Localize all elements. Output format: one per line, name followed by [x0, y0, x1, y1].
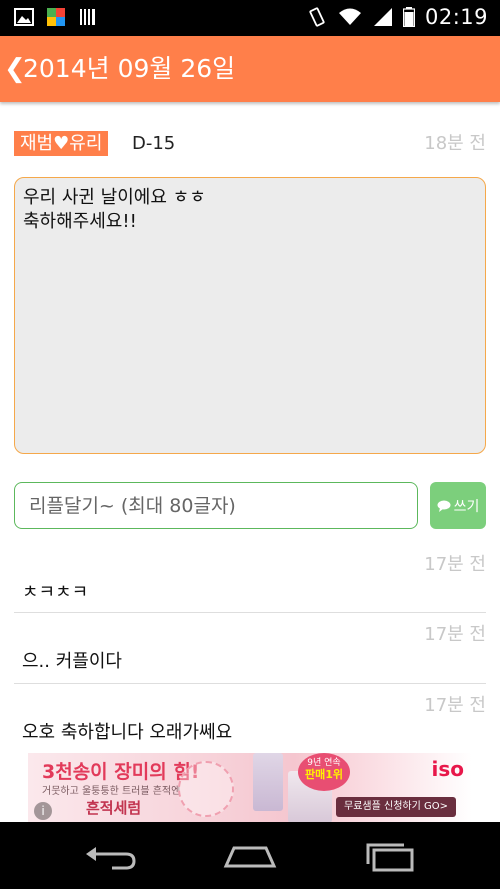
navigation-bar [0, 822, 500, 889]
barcode-icon [80, 9, 95, 25]
page-title: 2014년 09월 26일 [23, 54, 236, 83]
ad-badge-main: 판매1위 [304, 768, 343, 781]
reply-timestamp: 17분 전 [424, 554, 486, 575]
write-button-label: 쓰기 [453, 498, 480, 515]
post-timestamp: 18분 전 [424, 133, 486, 154]
dday-label: D-15 [132, 133, 176, 154]
reply-input[interactable] [14, 482, 418, 529]
couple-name-badge: 재범♥유리 [14, 131, 109, 156]
speech-bubble-icon [437, 500, 451, 512]
picture-icon [14, 8, 34, 26]
reply-divider [14, 612, 486, 613]
write-reply-button[interactable]: 쓰기 [430, 482, 486, 529]
battery-icon [402, 7, 415, 27]
ad-banner[interactable]: 3천송이 장미의 힘! 거뭇하고 울퉁퉁한 트러블 흔적엔 흔적세럼 9년 연속… [28, 753, 472, 823]
ad-product-name: 흔적세럼 [86, 799, 142, 817]
reply-text: 오호 축하합니다 오래가쎄요 [22, 722, 233, 743]
ad-info-icon[interactable]: i [34, 802, 52, 820]
ad-seal-graphic [178, 761, 234, 817]
reply-item: 17분 전 ㅊㅋㅊㅋ [14, 553, 486, 613]
ad-product-bottle [253, 753, 283, 811]
ad-cta-button[interactable]: 무료샘플 신청하기 GO> [336, 797, 456, 817]
reply-item: 17분 전 오호 축하합니다 오래가쎄요 [14, 694, 486, 752]
reply-divider [14, 683, 486, 684]
app-bar: ❮ 2014년 09월 26일 [0, 36, 500, 102]
ad-brand-logo: iso [431, 757, 465, 781]
reply-item: 17분 전 으.. 커플이다 [14, 623, 486, 683]
ad-badge-top: 9년 연속 [307, 758, 341, 768]
app-icon [47, 8, 65, 26]
reply-timestamp: 17분 전 [424, 624, 486, 645]
status-bar: 02:19 [0, 0, 500, 36]
post-content-box: 우리 사귄 날이에요 ㅎㅎ 축하해주세요!! [14, 177, 486, 454]
recent-apps-icon[interactable] [360, 842, 420, 872]
wifi-icon [338, 8, 361, 25]
reply-timestamp: 17분 전 [424, 695, 486, 716]
status-clock: 02:19 [424, 5, 488, 29]
vibrate-icon [309, 7, 325, 27]
ad-headline: 3천송이 장미의 힘! [42, 761, 200, 783]
reply-text: 으.. 커플이다 [22, 651, 122, 672]
back-icon[interactable] [82, 842, 142, 872]
ad-subline: 거뭇하고 울퉁퉁한 트러블 흔적엔 [42, 786, 181, 797]
post-line: 축하해주세요!! [23, 211, 137, 232]
reply-text: ㅊㅋㅊㅋ [22, 582, 89, 603]
home-icon[interactable] [220, 842, 280, 872]
post-line: 우리 사귄 날이에요 ㅎㅎ [23, 187, 206, 208]
ad-ranking-badge: 9년 연속 판매1위 [298, 753, 350, 791]
signal-icon [373, 8, 392, 26]
